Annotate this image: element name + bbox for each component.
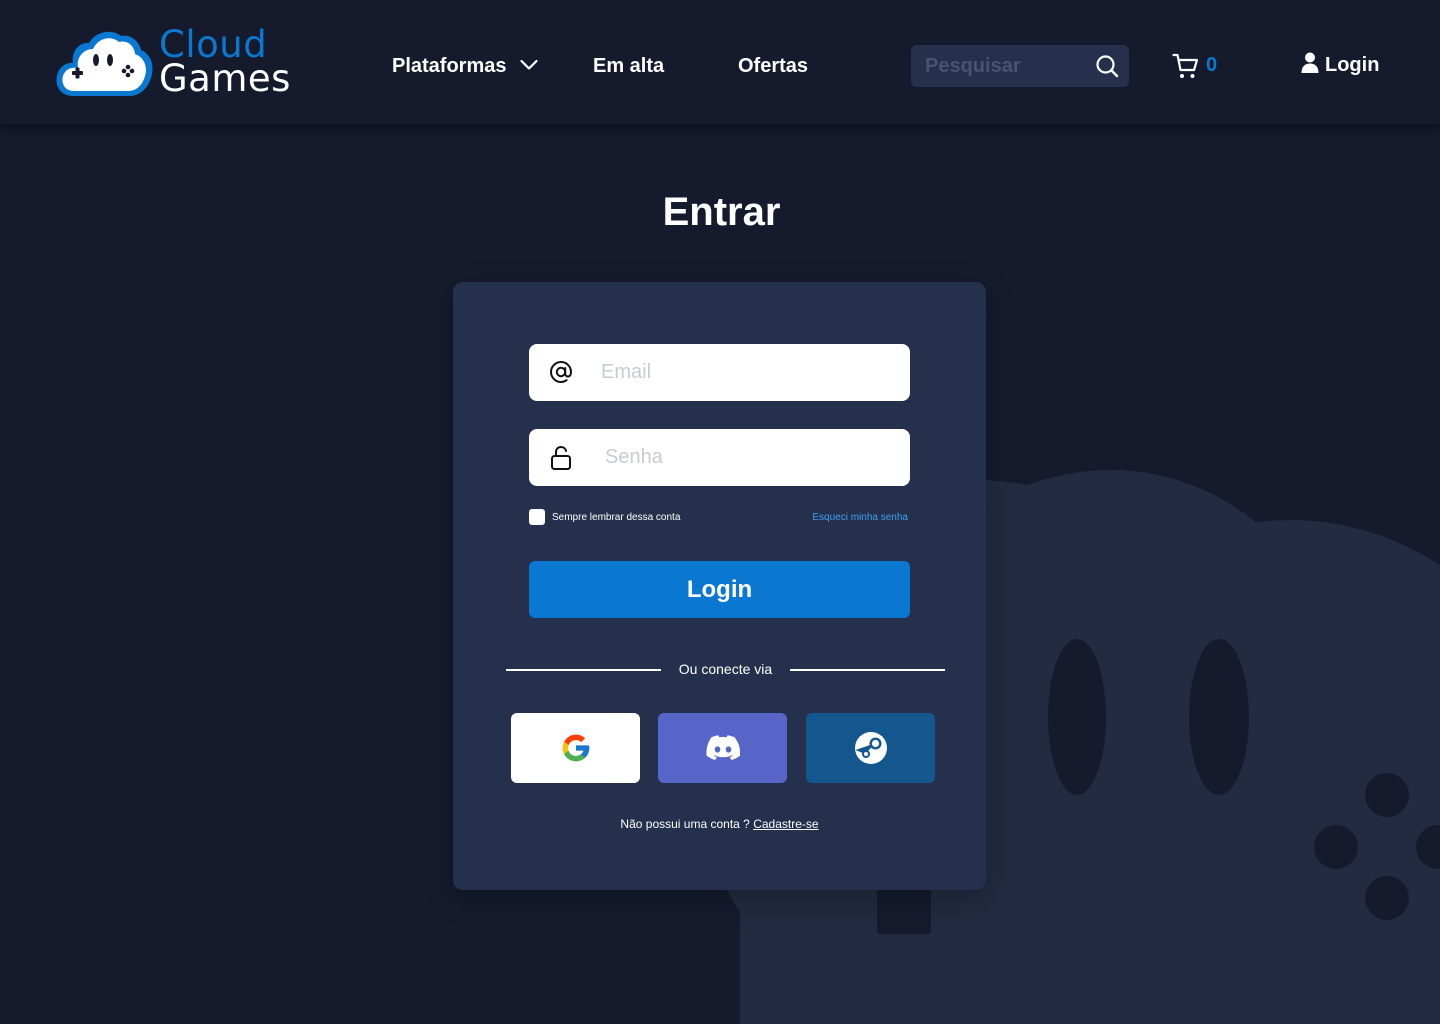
top-header: Cloud Games Plataformas Em alta Ofertas <box>0 0 1440 124</box>
search-icon[interactable] <box>1095 54 1119 78</box>
discord-icon <box>705 735 740 760</box>
signup-prompt: Não possui uma conta ? Cadastre-se <box>453 817 986 831</box>
discord-login-button[interactable] <box>658 713 787 783</box>
chevron-down-icon <box>520 59 538 70</box>
logo-line-games: Games <box>159 57 291 100</box>
cart-count: 0 <box>1206 54 1218 76</box>
google-icon <box>562 734 589 762</box>
nav-plataformas[interactable]: Plataformas <box>392 54 538 78</box>
logo-wordmark: Cloud Games <box>159 26 291 100</box>
cart-icon <box>1172 53 1199 78</box>
page-title: Entrar <box>662 190 781 234</box>
unlock-icon <box>551 445 571 470</box>
cart-button[interactable]: 0 <box>1172 52 1217 80</box>
page: Cloud Games Plataformas Em alta Ofertas <box>0 0 1440 1024</box>
email-input[interactable] <box>601 344 901 401</box>
header-login-link[interactable]: Login <box>1301 52 1380 77</box>
login-card: Sempre lembrar dessa conta Esqueci minha… <box>453 282 986 890</box>
nav-ofertas[interactable]: Ofertas <box>738 54 808 78</box>
header-login-label: Login <box>1325 54 1380 76</box>
email-field <box>529 344 910 401</box>
password-field <box>529 429 910 486</box>
cloud-games-logo[interactable]: Cloud Games <box>55 26 295 100</box>
at-sign-icon <box>549 360 573 384</box>
search-box <box>911 45 1129 87</box>
steam-icon <box>854 732 887 764</box>
nav-em-alta[interactable]: Em alta <box>593 54 664 78</box>
signup-prompt-text: Não possui uma conta ? <box>620 817 750 831</box>
nav-plataformas-label: Plataformas <box>392 55 507 77</box>
search-input[interactable] <box>911 45 1091 87</box>
user-icon <box>1301 52 1319 74</box>
cloud-controller-icon <box>56 31 153 97</box>
remember-checkbox[interactable] <box>529 509 545 525</box>
remember-label: Sempre lembrar dessa conta <box>552 511 681 523</box>
signup-link[interactable]: Cadastre-se <box>753 817 818 831</box>
forgot-password-link[interactable]: Esqueci minha senha <box>812 512 908 523</box>
remember-me[interactable]: Sempre lembrar dessa conta <box>529 509 680 525</box>
divider-line-left <box>506 669 661 671</box>
google-login-button[interactable] <box>511 713 640 783</box>
steam-login-button[interactable] <box>806 713 935 783</box>
divider-line-right <box>790 669 945 671</box>
password-input[interactable] <box>605 429 905 486</box>
login-button[interactable]: Login <box>529 561 910 618</box>
divider-text: Ou conecte via <box>678 661 773 677</box>
